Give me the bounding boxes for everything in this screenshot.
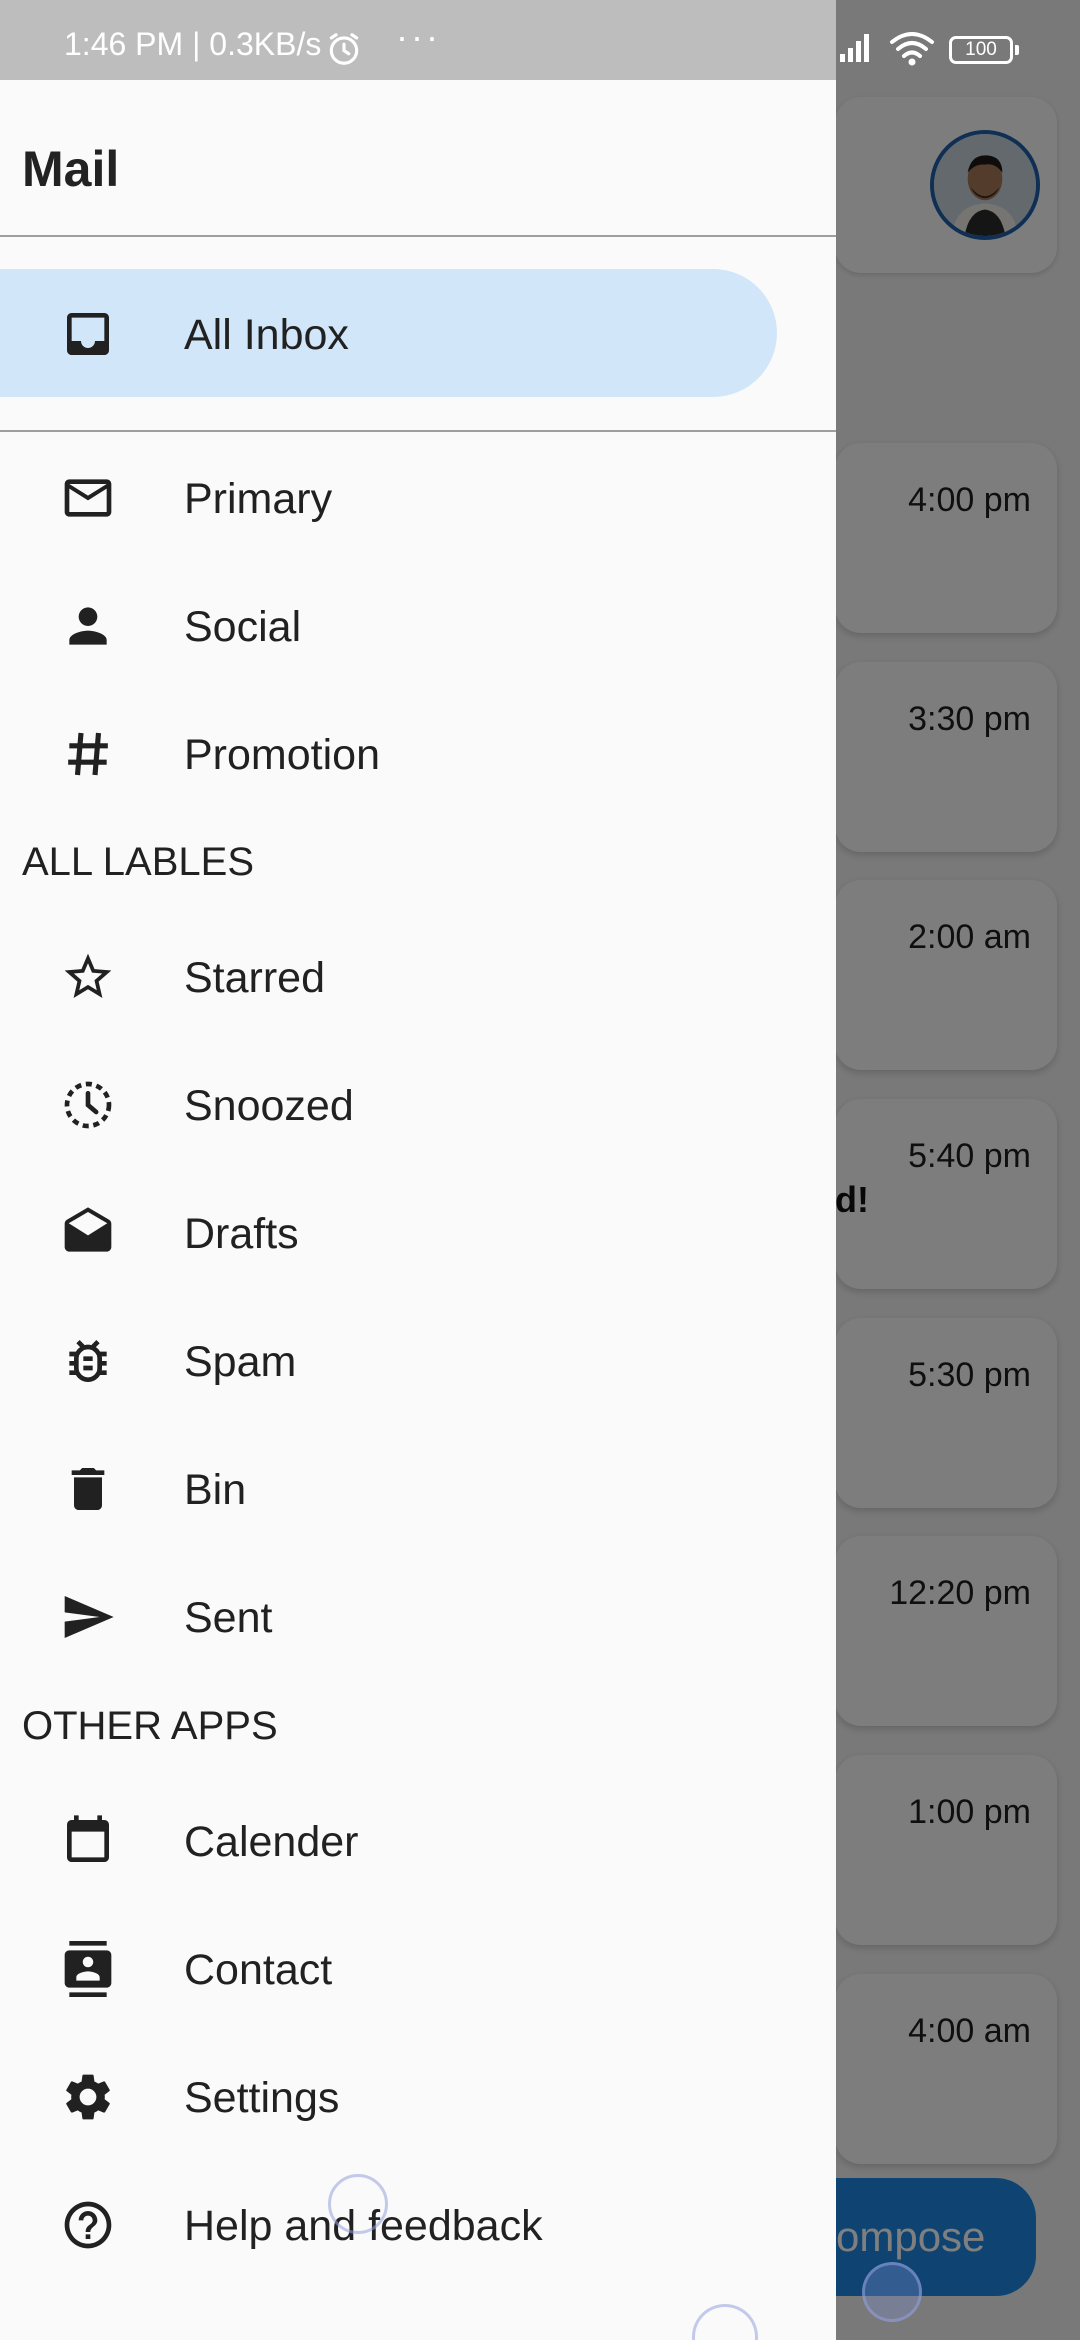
- nav-item-social[interactable]: Social: [0, 565, 836, 685]
- touch-indicator: [328, 2174, 388, 2234]
- help-icon: [60, 2197, 116, 2253]
- nav-item-label: Sent: [184, 1594, 273, 1642]
- nav-item-label: Snoozed: [184, 1082, 354, 1130]
- battery-icon: 100: [949, 36, 1019, 64]
- nav-item-help[interactable]: Help and feedback: [0, 2164, 836, 2284]
- nav-item-label: Promotion: [184, 731, 380, 779]
- hashtag-icon: [60, 726, 116, 782]
- gear-icon: [60, 2069, 116, 2125]
- nav-item-label: Drafts: [184, 1210, 299, 1258]
- nav-item-label: Settings: [184, 2074, 340, 2122]
- nav-item-snoozed[interactable]: Snoozed: [0, 1044, 836, 1164]
- nav-item-contact[interactable]: Contact: [0, 1908, 836, 2028]
- inbox-icon: [60, 306, 116, 362]
- nav-item-label: All Inbox: [184, 311, 349, 359]
- nav-item-drafts[interactable]: Drafts: [0, 1172, 836, 1292]
- status-time: 1:46 PM | 0.3KB/s: [64, 26, 322, 62]
- nav-item-bin[interactable]: Bin: [0, 1428, 836, 1548]
- nav-item-label: Starred: [184, 954, 326, 1002]
- signal-icon: [840, 34, 869, 62]
- nav-item-calender[interactable]: Calender: [0, 1780, 836, 1900]
- trash-icon: [60, 1461, 116, 1517]
- star-icon: [60, 949, 116, 1005]
- nav-item-label: Contact: [184, 1946, 333, 1994]
- navigation-drawer: Mail All Inbox Primary Social Promotion …: [0, 80, 836, 2340]
- drafts-icon: [60, 1205, 116, 1261]
- more-notifications-icon: ···: [396, 16, 441, 57]
- nav-item-label: Calender: [184, 1818, 359, 1866]
- divider: [0, 235, 836, 237]
- section-header-other-apps: OTHER APPS: [22, 1704, 278, 1748]
- nav-item-all-inbox[interactable]: All Inbox: [0, 273, 836, 393]
- nav-item-label: Spam: [184, 1338, 297, 1386]
- calendar-icon: [60, 1813, 116, 1869]
- nav-item-label: Bin: [184, 1466, 247, 1514]
- mail-icon: [60, 470, 116, 526]
- drawer-title: Mail: [22, 141, 120, 197]
- nav-item-starred[interactable]: Starred: [0, 916, 836, 1036]
- nav-item-settings[interactable]: Settings: [0, 2036, 836, 2156]
- send-icon: [60, 1589, 116, 1645]
- bug-icon: [60, 1333, 116, 1389]
- nav-item-spam[interactable]: Spam: [0, 1300, 836, 1420]
- nav-item-sent[interactable]: Sent: [0, 1556, 836, 1676]
- nav-item-promotion[interactable]: Promotion: [0, 693, 836, 813]
- snooze-clock-icon: [60, 1077, 116, 1133]
- touch-indicator: [862, 2262, 922, 2322]
- wifi-icon: [890, 32, 934, 66]
- nav-item-primary[interactable]: Primary: [0, 437, 836, 557]
- section-header-labels: ALL LABLES: [22, 840, 255, 884]
- divider: [0, 430, 836, 432]
- nav-item-label: Primary: [184, 475, 333, 523]
- status-bar: 1:46 PM | 0.3KB/s ··· 100: [0, 0, 1080, 80]
- contact-card-icon: [60, 1941, 116, 1997]
- nav-item-label: Social: [184, 603, 302, 651]
- person-icon: [60, 598, 116, 654]
- alarm-icon: [329, 33, 359, 65]
